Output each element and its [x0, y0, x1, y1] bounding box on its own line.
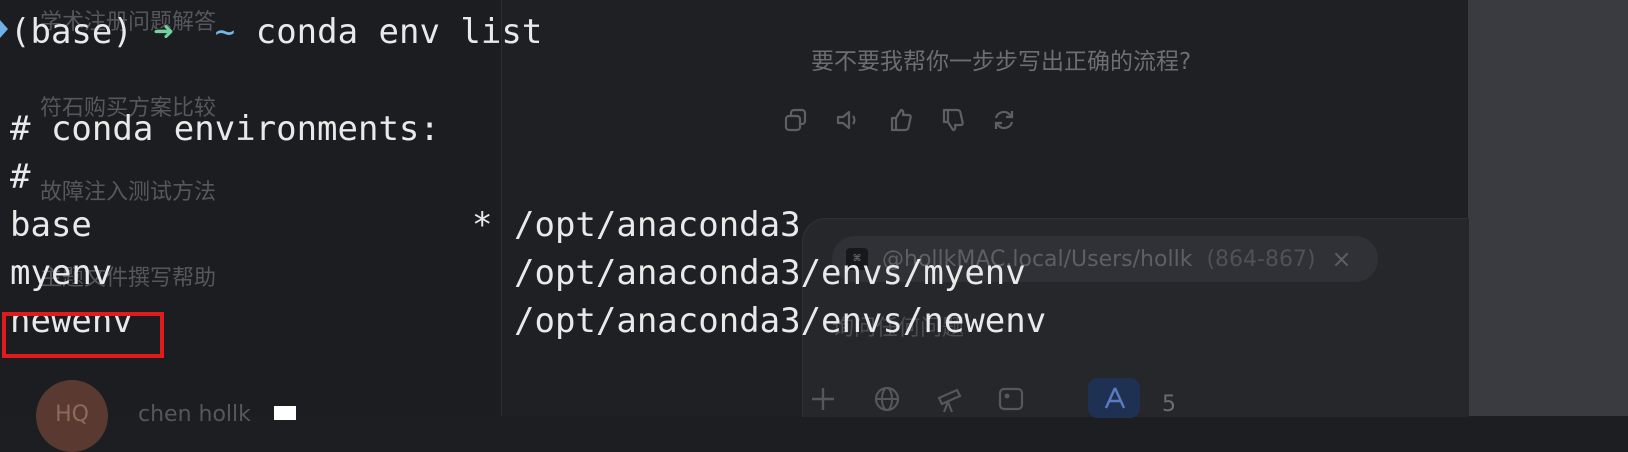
thumbs-up-icon[interactable]	[886, 106, 914, 134]
username: chen hollk	[138, 402, 251, 427]
avatar-initials: HQ	[55, 402, 89, 427]
copy-icon[interactable]	[782, 106, 810, 134]
assistant-message: 要不要我帮你一步步写出正确的流程?	[811, 49, 1192, 75]
add-icon[interactable]	[808, 384, 838, 414]
globe-icon[interactable]	[872, 384, 902, 414]
tool-count: 5	[1162, 392, 1176, 417]
terminal-app-icon: ⌘	[846, 248, 868, 270]
sidebar-item-academic[interactable]: 学术注册问题解答	[40, 4, 216, 36]
regenerate-icon[interactable]	[990, 106, 1018, 134]
app-icon[interactable]	[1100, 384, 1130, 414]
sidebar-item-theme-file[interactable]: 主题文件撰写帮助	[40, 260, 216, 292]
telescope-icon[interactable]	[934, 384, 964, 414]
context-range: (864-867)	[1206, 246, 1316, 272]
sidebar-item-rune[interactable]: 符石购买方案比较	[40, 90, 216, 122]
context-chip[interactable]: ⌘ @hollkMAC.local/Users/hollk (864-867) …	[832, 236, 1378, 282]
close-icon[interactable]: ×	[1332, 245, 1352, 273]
sidebar-item-fault-injection[interactable]: 故障注入测试方法	[40, 174, 216, 206]
image-tool-icon[interactable]	[996, 384, 1026, 414]
read-aloud-icon[interactable]	[834, 106, 862, 134]
composer-placeholder[interactable]: 询问任何问题	[832, 310, 964, 342]
thumbs-down-icon[interactable]	[938, 106, 966, 134]
avatar[interactable]: HQ	[36, 380, 108, 452]
chat-sidebar	[0, 0, 502, 416]
right-panel	[1468, 0, 1628, 416]
context-path: @hollkMAC.local/Users/hollk	[882, 246, 1193, 272]
